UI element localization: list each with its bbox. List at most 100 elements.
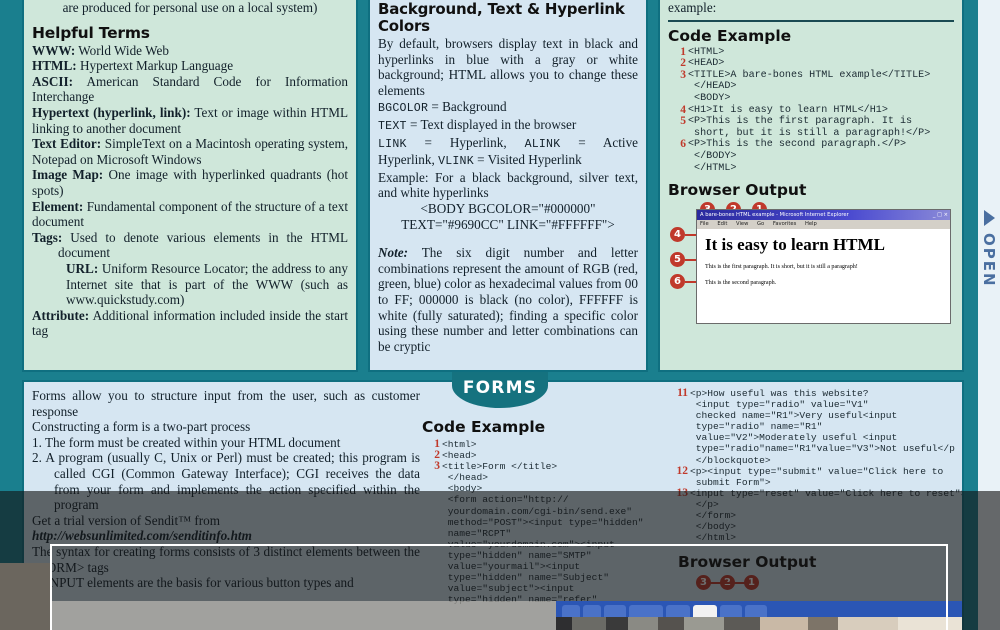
browser-tab[interactable]	[629, 605, 663, 617]
code-line: 12 <p><input type="submit" value="Click h…	[676, 464, 944, 477]
forms-code-block: 1 <html> 2 <head> 3 <title>Form </title> </…	[422, 438, 672, 605]
content-block	[572, 617, 606, 630]
code-line: name="RCPT"	[442, 527, 512, 539]
section-heading-colors: Background, Text & Hyperlink Colors	[378, 0, 625, 35]
divider-rule	[668, 19, 954, 22]
code-line: 1 <html>	[434, 438, 477, 450]
code-line: 2 <HEAD>	[680, 57, 725, 70]
term-www: WWW: World Wide Web	[32, 42, 169, 58]
code-line: short, but it is still a paragraph!</P>	[688, 127, 931, 139]
forms-right-code-block: 11 <p>How useful was this website? <input…	[664, 387, 964, 543]
menu-go[interactable]: Go	[757, 221, 764, 227]
term-hypertext: Hypertext (hyperlink, link): Text or ima…	[32, 104, 348, 136]
menu-view[interactable]: View	[736, 221, 748, 227]
term-element: Element: Fundamental component of the st…	[32, 198, 348, 230]
menu-edit[interactable]: Edit	[717, 221, 727, 227]
term-text-editor: Text Editor: SimpleText on a Macintosh o…	[32, 136, 348, 167]
callout-4: 4	[670, 227, 685, 243]
open-tab-label: OPEN	[980, 233, 998, 288]
code-block: 1 <HTML> 2 <HEAD> 3 <TITLE>A bare-bones HTM…	[668, 45, 954, 175]
forms-url[interactable]: http://websunlimited.com/senditinfo.htm	[32, 528, 420, 544]
bottom-browser-tabstrip[interactable]	[556, 601, 962, 617]
bottom-browser-content	[556, 617, 962, 630]
panel-forms: Forms allow you to structure input from …	[22, 380, 964, 630]
term-url: URL: Uniform Resource Locator; the addre…	[66, 260, 348, 308]
content-block	[898, 617, 962, 630]
color-attributes: BGCOLOR = Background TEXT = Text display…	[378, 99, 638, 232]
code-line: 11 <p>How useful was this website?	[677, 387, 869, 399]
frame-gap-2	[648, 0, 658, 372]
code-line: value="subject"><input	[442, 583, 575, 595]
content-block	[838, 617, 898, 630]
color-example-label: Example: For a black background, silver …	[378, 169, 638, 201]
browser-tab[interactable]	[562, 605, 580, 617]
term-html: HTML: Hypertext Markup Language	[32, 58, 234, 74]
forms-line-2: Constructing a form is a two-part proces…	[32, 419, 251, 435]
code-line: 5 <P>This is the first paragraph. It is	[680, 115, 913, 128]
forms-code-column: Code Example 1 <html> 2 <head> 3 <title>For…	[422, 418, 672, 605]
code-line: </HTML>	[688, 162, 737, 174]
forms-item-2: 2. A program (usually C, Unix or Perl) m…	[32, 450, 420, 513]
callout-5: 5	[670, 252, 685, 268]
browser-tab[interactable]	[666, 605, 690, 617]
code-line: type="hidden" name="Subject"	[442, 572, 609, 584]
browser-output-title: Browser Output	[668, 181, 807, 200]
code-line: </head>	[442, 472, 489, 484]
ie-page-content: It is easy to learn HTML This is the fir…	[697, 229, 950, 302]
menu-file[interactable]: File	[700, 221, 709, 227]
color-example-code-1: <BODY BGCOLOR="#000000"	[420, 200, 596, 216]
open-side-tab[interactable]: OPEN	[978, 0, 1000, 630]
callout-6: 6	[670, 274, 685, 290]
code-line: value="yourdomain.com"><input	[442, 538, 615, 550]
ie-paragraph-2: This is the second paragraph.	[705, 280, 777, 287]
browser-tab[interactable]	[583, 605, 601, 617]
bottom-browser-window[interactable]	[556, 601, 962, 630]
code-line: </p>	[690, 498, 719, 510]
browser-tab[interactable]	[720, 605, 742, 617]
content-block	[808, 617, 838, 630]
term-image-map: Image Map: One image with hyperlinked qu…	[32, 167, 348, 198]
code-line: 2 <head>	[434, 449, 477, 462]
browser-tab[interactable]	[604, 605, 626, 617]
code-line: checked name="R1">Very useful<input	[690, 410, 898, 422]
term-ascii: ASCII: American Standard Code for Inform…	[32, 73, 348, 105]
attr-link-alink-vlink: LINK = Hyperlink, ALINK = Active Hyperli…	[378, 134, 639, 169]
code-line: method="POST"><input type="hidden"	[442, 516, 644, 528]
browser-tab-active[interactable]	[693, 605, 717, 617]
forms-code-title: Code Example	[422, 418, 546, 436]
triangle-right-icon	[983, 210, 995, 226]
panel-code-example: example: Code Example 1 <HTML> 2 <HEAD> 3 <…	[658, 0, 964, 372]
panel-helpful-terms: are produced for personal use on a local…	[22, 0, 358, 372]
ie-h1: It is easy to learn HTML	[705, 235, 885, 255]
forms-right-code-column: 11 <p>How useful was this website? <input…	[664, 387, 964, 591]
browser-tab[interactable]	[745, 605, 767, 617]
attr-bgcolor: BGCOLOR = Background	[378, 99, 507, 116]
forms-callout-row: 3 2 1	[678, 571, 962, 591]
section-heading-helpful-terms: Helpful Terms	[32, 23, 150, 42]
attr-text: TEXT = Text displayed in the browser	[378, 116, 577, 133]
ie-browser-window: A bare-bones HTML example - Microsoft In…	[696, 209, 951, 325]
code-line: value="V2">Moderately useful <input	[690, 432, 898, 444]
menu-favorites[interactable]: Favorites	[773, 221, 796, 227]
code-line: 13 <input type="reset" value="Click here …	[676, 486, 964, 499]
ie-window-controls[interactable]: _ □ ×	[933, 210, 948, 220]
content-block	[724, 617, 760, 630]
code-line: type="radio" name="R1"	[690, 421, 823, 433]
code-line: 1 <HTML>	[680, 45, 725, 58]
forms-line-3: Get a trial version of Sendit™ from	[32, 512, 220, 528]
forms-item-1: 1. The form must be created within your …	[32, 434, 341, 450]
code-line: </blockquote>	[690, 454, 771, 466]
menu-help[interactable]: Help	[805, 221, 817, 227]
code-line: 4 <H1>It is easy to learn HTML</H1>	[680, 103, 888, 116]
callout-3: 3	[696, 575, 711, 591]
right-intro-fragment: example:	[668, 0, 717, 15]
code-line: 6 <P>This is the second paragraph.</P>	[680, 138, 907, 151]
panel-colors: Background, Text & Hyperlink Colors By d…	[368, 0, 648, 372]
content-block	[760, 617, 808, 630]
code-line: </BODY>	[688, 150, 737, 162]
code-line: <input type="radio" value="V1"	[690, 399, 869, 411]
ie-titlebar[interactable]: A bare-bones HTML example - Microsoft In…	[697, 210, 950, 221]
overlay-mid-band	[52, 601, 556, 630]
ie-menubar[interactable]: File Edit View Go Favorites Help	[697, 220, 950, 230]
content-block	[556, 617, 572, 630]
